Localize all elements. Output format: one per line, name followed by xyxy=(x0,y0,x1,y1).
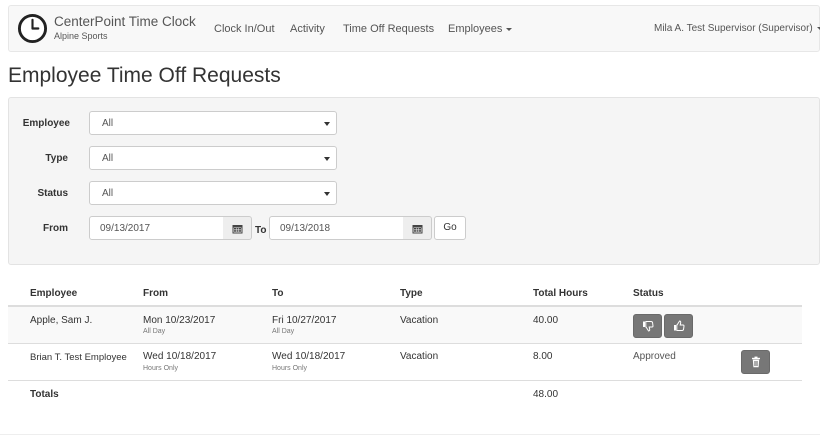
to-date-value: 09/13/2018 xyxy=(280,223,331,234)
status-select[interactable]: All xyxy=(89,181,337,205)
row-from-sub: Hours Only xyxy=(143,365,179,372)
nav-label: Time Off Requests xyxy=(343,23,435,35)
employee-select-value: All xyxy=(102,118,114,129)
nav-clock-in-out[interactable]: Clock In/Out xyxy=(214,23,275,35)
dropdown-arrow-icon xyxy=(324,122,330,126)
brand-title[interactable]: CenterPoint Time Clock xyxy=(54,14,196,29)
row-from: Mon 10/23/2017 xyxy=(143,315,216,326)
to-calendar-button[interactable] xyxy=(403,216,432,240)
from-calendar-button[interactable] xyxy=(223,216,252,240)
row-from: Wed 10/18/2017 xyxy=(143,351,217,362)
thumbs-down-icon xyxy=(643,321,654,332)
from-date-value: 09/13/2017 xyxy=(100,223,151,234)
row-divider xyxy=(8,343,802,344)
row-employee: Apple, Sam J. xyxy=(30,315,93,326)
footer-divider xyxy=(0,434,820,435)
row-type: Vacation xyxy=(400,351,439,362)
from-date-input[interactable]: 09/13/2017 xyxy=(89,216,224,240)
nav-label: Clock In/Out xyxy=(214,23,275,35)
nav-label: Activity xyxy=(290,23,325,35)
column-header-status: Status xyxy=(633,288,664,299)
clock-icon xyxy=(17,13,48,44)
row-to-sub: Hours Only xyxy=(272,365,308,372)
calendar-icon xyxy=(412,225,423,234)
caret-down-icon xyxy=(506,27,513,31)
row-divider xyxy=(8,380,802,381)
user-menu-label: Mila A. Test Supervisor (Supervisor) xyxy=(654,23,813,34)
type-select-value: All xyxy=(102,153,114,164)
column-header-to: To xyxy=(272,288,284,299)
delete-button[interactable] xyxy=(741,350,770,374)
top-navbar: CenterPoint Time Clock Alpine Sports Clo… xyxy=(8,5,820,52)
brand-subtitle: Alpine Sports xyxy=(54,31,108,41)
to-filter-label: To xyxy=(255,225,267,236)
column-header-from: From xyxy=(143,288,168,299)
reject-button[interactable] xyxy=(633,314,662,338)
nav-time-off-requests[interactable]: Time Off Requests xyxy=(343,23,434,35)
employee-filter-label: Employee xyxy=(22,118,70,129)
dropdown-arrow-icon xyxy=(324,192,330,196)
type-filter-label: Type xyxy=(45,153,68,164)
user-menu[interactable]: Mila A. Test Supervisor (Supervisor) xyxy=(654,23,820,34)
totals-label: Totals xyxy=(30,389,59,400)
calendar-icon xyxy=(232,225,243,234)
row-employee: Brian T. Test Employee xyxy=(30,352,127,363)
trash-icon xyxy=(752,356,760,368)
row-from-sub: All Day xyxy=(143,328,166,335)
row-total-hours: 8.00 xyxy=(533,351,553,362)
nav-activity[interactable]: Activity xyxy=(290,23,325,35)
status-filter-label: Status xyxy=(37,188,68,199)
column-header-employee: Employee xyxy=(30,288,78,299)
row-to: Fri 10/27/2017 xyxy=(272,315,337,326)
totals-hours: 48.00 xyxy=(533,389,559,400)
type-select[interactable]: All xyxy=(89,146,337,170)
nav-employees-dropdown[interactable]: Employees xyxy=(448,23,513,35)
nav-label: Employees xyxy=(448,23,503,35)
column-header-type: Type xyxy=(400,288,423,299)
from-filter-label: From xyxy=(43,223,68,234)
page-title: Employee Time Off Requests xyxy=(8,64,281,87)
row-type: Vacation xyxy=(400,315,439,326)
column-header-total-hours: Total Hours xyxy=(533,288,588,299)
row-to: Wed 10/18/2017 xyxy=(272,351,346,362)
employee-select[interactable]: All xyxy=(89,111,337,135)
dropdown-arrow-icon xyxy=(324,157,330,161)
row-total-hours: 40.00 xyxy=(533,315,559,326)
status-select-value: All xyxy=(102,188,114,199)
row-to-sub: All Day xyxy=(272,328,295,335)
approve-button[interactable] xyxy=(664,314,693,338)
to-date-input[interactable]: 09/13/2018 xyxy=(269,216,404,240)
go-button[interactable]: Go xyxy=(434,216,466,240)
thumbs-up-icon xyxy=(674,320,685,331)
status-approved: Approved xyxy=(633,351,676,362)
